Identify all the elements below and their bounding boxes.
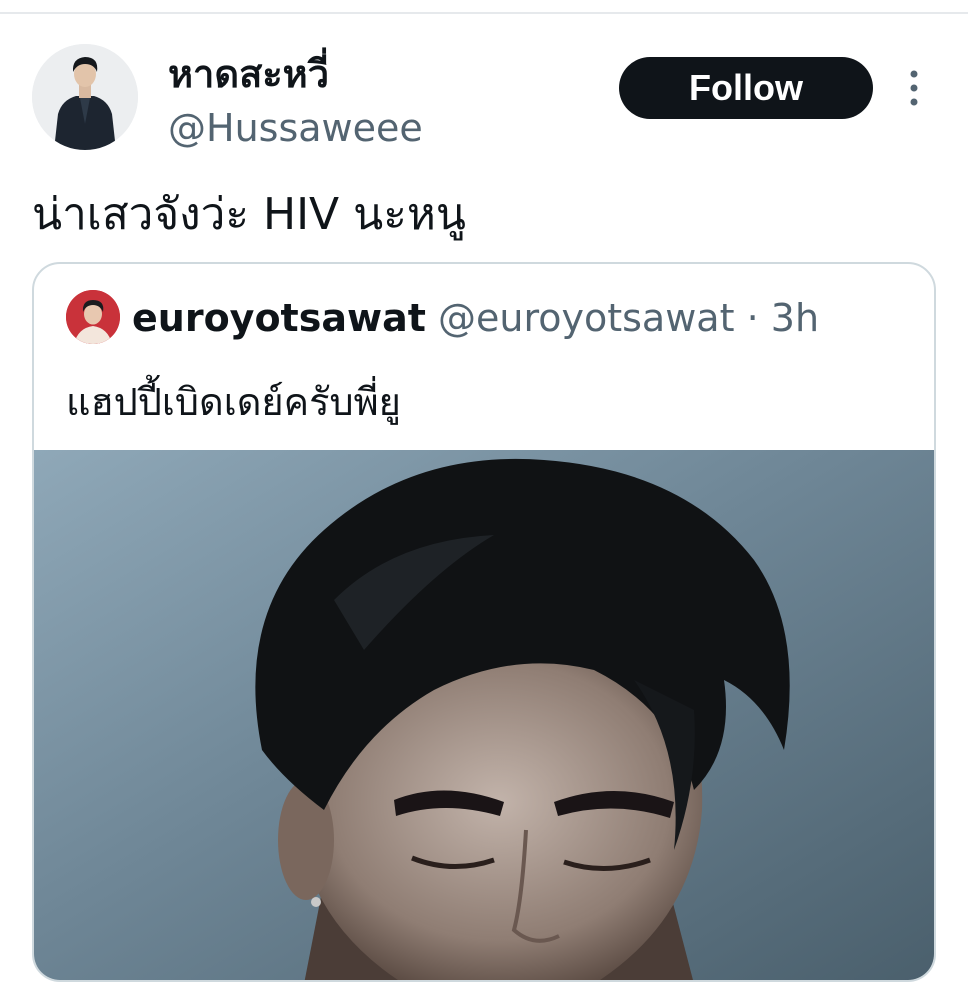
quoted-timestamp[interactable]: 3h — [771, 296, 819, 340]
more-vertical-icon[interactable] — [900, 66, 928, 110]
quoted-tweet-card[interactable]: euroyotsawat @euroyotsawat · 3h แฮปปี้เบ… — [32, 262, 936, 982]
tweet: หาดสะหวี่ @Hussaweee Follow น่าเสวจังว่ะ… — [0, 0, 968, 982]
quoted-author-avatar — [66, 290, 120, 344]
quoted-tweet-photo[interactable] — [34, 450, 934, 980]
author-display-name[interactable]: หาดสะหวี่ — [168, 50, 329, 98]
follow-button[interactable]: Follow — [619, 57, 873, 119]
author-avatar[interactable] — [32, 44, 138, 150]
quoted-handle[interactable]: @euroyotsawat — [438, 296, 735, 340]
quoted-tweet-text: แฮปปี้เบิดเดย์ครับพี่ยู — [66, 380, 401, 424]
tweet-text: น่าเสวจังว่ะ HIV นะหนู — [32, 189, 466, 240]
quoted-display-name[interactable]: euroyotsawat — [132, 296, 426, 340]
quoted-header: euroyotsawat @euroyotsawat · 3h — [132, 292, 819, 344]
quoted-separator: · — [746, 296, 759, 340]
author-handle[interactable]: @Hussaweee — [168, 104, 423, 152]
